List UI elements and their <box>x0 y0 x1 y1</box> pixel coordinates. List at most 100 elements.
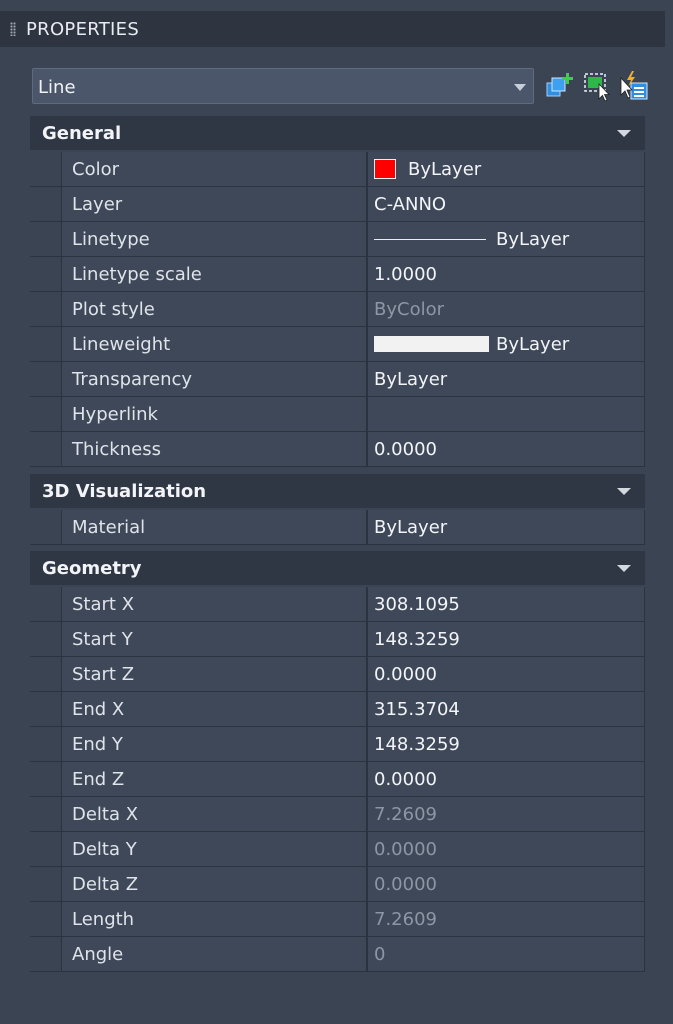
color-swatch <box>374 159 396 179</box>
property-name: Linetype <box>72 229 150 250</box>
property-row-transparency[interactable]: Transparency ByLayer <box>30 362 645 397</box>
drag-grip-icon[interactable] <box>10 22 16 36</box>
property-value-field[interactable]: ByLayer <box>368 222 645 256</box>
property-value: 148.3259 <box>374 629 460 650</box>
property-value: 315.3704 <box>374 699 460 720</box>
property-row-length[interactable]: Length 7.2609 <box>30 902 645 937</box>
property-value: ByLayer <box>374 369 448 390</box>
section-general-header[interactable]: General <box>30 116 645 150</box>
property-value-field[interactable]: ByLayer <box>368 362 645 396</box>
geometry-properties: Start X 308.1095 Start Y 148.3259 Start … <box>30 587 645 972</box>
collapse-triangle-icon[interactable] <box>617 488 631 495</box>
property-value: 0 <box>374 944 386 965</box>
property-row-color[interactable]: Color ByLayer <box>30 152 645 187</box>
property-row-layer[interactable]: Layer C-ANNO <box>30 187 645 222</box>
property-row-start-x[interactable]: Start X 308.1095 <box>30 587 645 622</box>
property-value: 148.3259 <box>374 734 460 755</box>
property-value: C-ANNO <box>374 194 447 215</box>
property-value: ByLayer <box>374 517 448 538</box>
property-name: Plot style <box>72 299 155 320</box>
property-name: Lineweight <box>72 334 171 355</box>
property-value-field: 7.2609 <box>368 797 645 831</box>
property-name: Delta Z <box>72 874 139 895</box>
section-3d-visualization-header[interactable]: 3D Visualization <box>30 474 645 508</box>
property-value-field[interactable]: C-ANNO <box>368 187 645 221</box>
collapse-triangle-icon[interactable] <box>617 130 631 137</box>
chevron-down-icon[interactable] <box>514 84 526 91</box>
property-value-field[interactable]: 308.1095 <box>368 587 645 621</box>
toggle-pickadd-icon[interactable] <box>545 70 575 102</box>
property-row-start-z[interactable]: Start Z 0.0000 <box>30 657 645 692</box>
property-value-field: 7.2609 <box>368 902 645 936</box>
property-row-delta-y[interactable]: Delta Y 0.0000 <box>30 832 645 867</box>
quick-select-icon[interactable] <box>619 70 649 102</box>
property-row-start-y[interactable]: Start Y 148.3259 <box>30 622 645 657</box>
property-value-field: 0 <box>368 937 645 971</box>
property-value: 0.0000 <box>374 664 437 685</box>
property-row-linetype-scale[interactable]: Linetype scale 1.0000 <box>30 257 645 292</box>
property-value: 7.2609 <box>374 909 437 930</box>
property-name: Delta Y <box>72 839 137 860</box>
property-row-delta-z[interactable]: Delta Z 0.0000 <box>30 867 645 902</box>
section-title: General <box>42 123 122 144</box>
property-value-field[interactable]: 0.0000 <box>368 762 645 796</box>
property-value: 0.0000 <box>374 769 437 790</box>
property-name: End Z <box>72 769 125 790</box>
palette-title: PROPERTIES <box>26 19 140 40</box>
property-name: End X <box>72 699 125 720</box>
property-value-field[interactable] <box>368 397 645 431</box>
lineweight-preview <box>374 336 489 352</box>
property-value-field[interactable]: 1.0000 <box>368 257 645 291</box>
property-value: 0.0000 <box>374 439 437 460</box>
property-name: Thickness <box>72 439 161 460</box>
property-name: Material <box>72 517 146 538</box>
property-value-field[interactable]: 0.0000 <box>368 432 645 466</box>
property-name: Linetype scale <box>72 264 202 285</box>
property-name: Hyperlink <box>72 404 158 425</box>
property-value: 7.2609 <box>374 804 437 825</box>
section-title: Geometry <box>42 558 142 579</box>
property-value: ByColor <box>374 299 444 320</box>
select-objects-icon[interactable] <box>582 70 612 102</box>
visualization-properties: Material ByLayer <box>30 510 645 545</box>
property-name: Layer <box>72 194 123 215</box>
object-type-dropdown[interactable]: Line <box>32 68 534 104</box>
property-name: Start Y <box>72 629 133 650</box>
property-name: Length <box>72 909 135 930</box>
general-properties: Color ByLayer Layer C-ANNO Linetype ByLa… <box>30 152 645 467</box>
object-type-value: Line <box>38 77 76 98</box>
property-row-angle[interactable]: Angle 0 <box>30 937 645 972</box>
property-value: 1.0000 <box>374 264 437 285</box>
property-value-field[interactable]: 315.3704 <box>368 692 645 726</box>
property-value: ByLayer <box>408 159 482 180</box>
property-value-field[interactable]: 0.0000 <box>368 657 645 691</box>
linetype-preview <box>374 239 486 240</box>
property-name: End Y <box>72 734 123 755</box>
property-value: ByLayer <box>496 229 570 250</box>
property-row-material[interactable]: Material ByLayer <box>30 510 645 545</box>
property-row-thickness[interactable]: Thickness 0.0000 <box>30 432 645 467</box>
property-row-lineweight[interactable]: Lineweight ByLayer <box>30 327 645 362</box>
property-value: ByLayer <box>496 334 570 355</box>
collapse-triangle-icon[interactable] <box>617 565 631 572</box>
property-name: Color <box>72 159 119 180</box>
property-value-field[interactable]: 148.3259 <box>368 727 645 761</box>
property-value-field[interactable]: ByLayer <box>368 327 645 361</box>
property-row-hyperlink[interactable]: Hyperlink <box>30 397 645 432</box>
property-value-field: 0.0000 <box>368 867 645 901</box>
property-value-field[interactable]: 148.3259 <box>368 622 645 656</box>
property-row-delta-x[interactable]: Delta X 7.2609 <box>30 797 645 832</box>
property-value-field[interactable]: ByLayer <box>368 510 645 544</box>
section-geometry-header[interactable]: Geometry <box>30 551 645 585</box>
property-row-end-x[interactable]: End X 315.3704 <box>30 692 645 727</box>
property-value-field[interactable]: ByLayer <box>368 152 645 186</box>
property-row-end-y[interactable]: End Y 148.3259 <box>30 727 645 762</box>
palette-titlebar[interactable]: PROPERTIES <box>0 11 665 47</box>
property-row-end-z[interactable]: End Z 0.0000 <box>30 762 645 797</box>
property-row-linetype[interactable]: Linetype ByLayer <box>30 222 645 257</box>
property-value: 0.0000 <box>374 839 437 860</box>
property-name: Angle <box>72 944 124 965</box>
property-name: Transparency <box>72 369 193 390</box>
section-title: 3D Visualization <box>42 481 207 502</box>
property-row-plot-style[interactable]: Plot style ByColor <box>30 292 645 327</box>
